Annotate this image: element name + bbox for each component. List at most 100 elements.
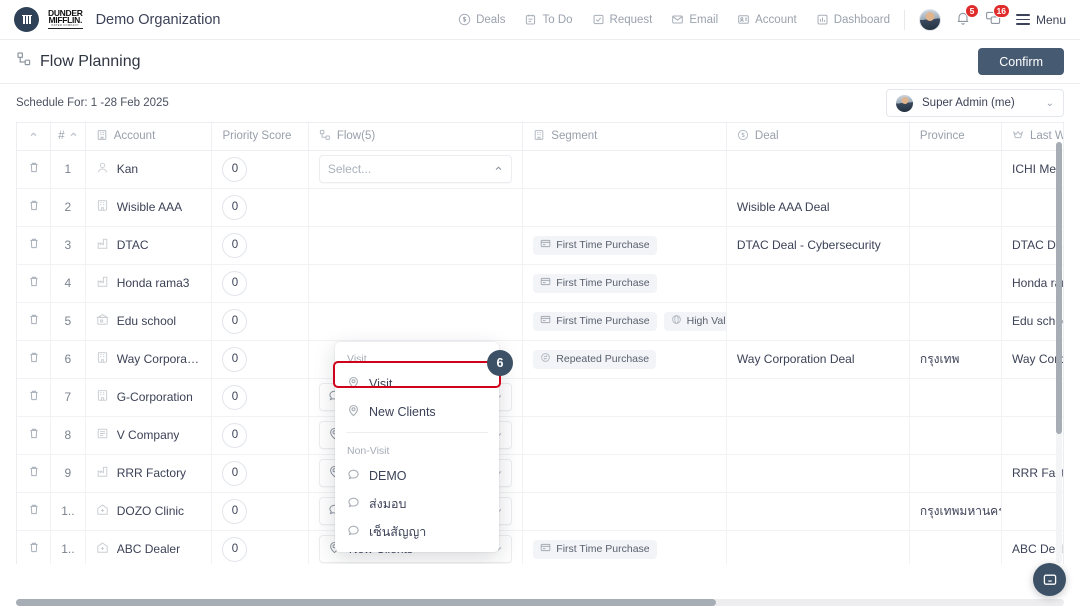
horizontal-scrollbar-thumb[interactable] [16, 599, 716, 606]
flow-cell[interactable] [308, 188, 524, 227]
dropdown-option-sen-sanya[interactable]: เซ็นสัญญา [335, 518, 499, 546]
row-delete-cell[interactable] [17, 226, 52, 265]
priority-score-cell: 0 [211, 302, 309, 341]
row-delete-cell[interactable] [17, 416, 52, 455]
priority-score-cell: 0 [211, 492, 309, 531]
segment-tag[interactable]: Repeated Purchase [533, 349, 657, 369]
company-icon [96, 351, 109, 367]
trash-icon[interactable] [28, 466, 40, 481]
nav-item-request[interactable]: Request [592, 13, 652, 26]
segment-tag[interactable]: High Value [663, 311, 726, 331]
priority-score-value[interactable]: 0 [222, 422, 248, 448]
priority-score-value[interactable]: 0 [222, 384, 248, 410]
chat-support-button[interactable] [1033, 563, 1066, 596]
flow-select-open[interactable]: Select... [318, 155, 513, 183]
app-logo-icon[interactable] [14, 7, 39, 32]
row-delete-cell[interactable] [17, 264, 52, 303]
row-delete-cell[interactable] [17, 492, 52, 531]
vertical-scrollbar-thumb[interactable] [1056, 142, 1062, 434]
clinic-icon [96, 541, 109, 557]
trash-icon[interactable] [28, 162, 40, 177]
table-row: 2 Wisible AAA 0 Wisible AAA Deal [17, 188, 1063, 227]
dropdown-option-song-mop[interactable]: ส่งมอบ [335, 490, 499, 518]
column-header-flow[interactable]: Flow(5) [308, 123, 524, 151]
segment-tag[interactable]: First Time Purchase [533, 273, 657, 293]
trash-icon[interactable] [28, 352, 40, 367]
trash-icon[interactable] [28, 504, 40, 519]
nav-item-deals[interactable]: Deals [458, 13, 505, 26]
dropdown-option-label: DEMO [369, 469, 407, 483]
account-name: Wisible AAA [116, 200, 183, 214]
column-header-last-won-deal[interactable]: Last Won Deal [1001, 123, 1063, 151]
flow-cell[interactable]: Select... [308, 150, 524, 189]
column-header-delete[interactable] [17, 123, 52, 151]
table-row: 6 Way Corporati... 0 Repeated Purchase Way C… [17, 340, 1063, 379]
row-delete-cell[interactable] [17, 454, 52, 493]
trash-icon[interactable] [28, 314, 40, 329]
flow-cell[interactable] [308, 302, 524, 341]
priority-score-cell: 0 [211, 454, 309, 493]
trash-icon[interactable] [28, 390, 40, 405]
priority-score-value[interactable]: 0 [222, 156, 248, 182]
segment-tag[interactable]: First Time Purchase [533, 539, 657, 559]
priority-score-value[interactable]: 0 [222, 460, 248, 486]
column-header-priority-score[interactable]: Priority Score [211, 123, 309, 151]
dropdown-option-visit[interactable]: Visit [335, 370, 499, 398]
user-avatar[interactable] [918, 8, 941, 31]
flow-cell[interactable] [308, 264, 524, 303]
nav-item-account[interactable]: Account [737, 13, 797, 26]
priority-score-value[interactable]: 0 [222, 346, 248, 372]
menu-button[interactable]: Menu [1015, 13, 1066, 27]
trash-icon[interactable] [28, 542, 40, 557]
last-won-deal-cell [1001, 378, 1063, 417]
deal-cell: DTAC Deal - Cybersecurity [726, 226, 910, 265]
priority-score-value[interactable]: 0 [222, 270, 248, 296]
column-header-deal[interactable]: Deal [726, 123, 910, 151]
trash-icon[interactable] [28, 276, 40, 291]
segment-tag[interactable]: First Time Purchase [533, 235, 657, 255]
dropdown-option-label: ส่งมอบ [369, 497, 407, 511]
segment-cell: First Time Purchase [522, 264, 727, 303]
flow-cell[interactable] [308, 226, 524, 265]
row-delete-cell[interactable] [17, 302, 52, 341]
column-header-label: Segment [551, 130, 598, 143]
dropdown-option-demo[interactable]: DEMO [335, 462, 499, 490]
trash-icon[interactable] [28, 238, 40, 253]
last-won-deal-cell: Honda rama3 Deal - 3. [1001, 264, 1063, 303]
column-header-label: Flow(5) [336, 130, 376, 143]
vertical-scrollbar[interactable] [1056, 142, 1062, 563]
row-delete-cell[interactable] [17, 530, 52, 564]
school-icon [95, 313, 109, 329]
priority-score-value[interactable]: 0 [222, 308, 248, 334]
priority-score-value[interactable]: 0 [222, 232, 248, 258]
confirm-button[interactable]: Confirm [978, 48, 1064, 75]
nav-item-todo[interactable]: To Do [524, 13, 573, 26]
row-delete-cell[interactable] [17, 188, 52, 227]
priority-score-value[interactable]: 0 [222, 536, 248, 562]
province-cell: กรุงเทพ [909, 340, 1002, 379]
table-row: 8V Company0Visit [17, 416, 1063, 455]
priority-score-value[interactable]: 0 [222, 194, 248, 220]
messages-icon[interactable]: 16 [985, 3, 1010, 30]
nav-item-dashboard[interactable]: Dashboard [816, 13, 890, 26]
row-delete-cell[interactable] [17, 150, 52, 189]
segment-cell [522, 416, 727, 455]
flow-select-dropdown[interactable]: Visit Visit New Clients Non-Visit DEMO ส… [335, 342, 499, 552]
row-delete-cell[interactable] [17, 340, 52, 379]
row-delete-cell[interactable] [17, 378, 52, 417]
priority-score-value[interactable]: 0 [222, 498, 248, 524]
column-header-segment[interactable]: Segment [522, 123, 727, 151]
trash-icon[interactable] [28, 428, 40, 443]
column-header-number[interactable]: # [50, 123, 86, 151]
column-header-province[interactable]: Province [909, 123, 1002, 151]
dropdown-group-title-non-visit: Non-Visit [347, 445, 390, 457]
trash-icon[interactable] [28, 200, 40, 215]
owner-select[interactable]: Super Admin (me) ⌄ [886, 89, 1064, 117]
deal-cell [726, 454, 910, 493]
nav-item-email[interactable]: Email [671, 13, 718, 26]
segment-tag[interactable]: First Time Purchase [533, 311, 657, 331]
column-header-account[interactable]: Account [85, 123, 213, 151]
horizontal-scrollbar[interactable] [16, 599, 1064, 606]
notification-bell[interactable]: 5 [955, 4, 979, 29]
dropdown-option-new-clients[interactable]: New Clients [335, 398, 499, 426]
